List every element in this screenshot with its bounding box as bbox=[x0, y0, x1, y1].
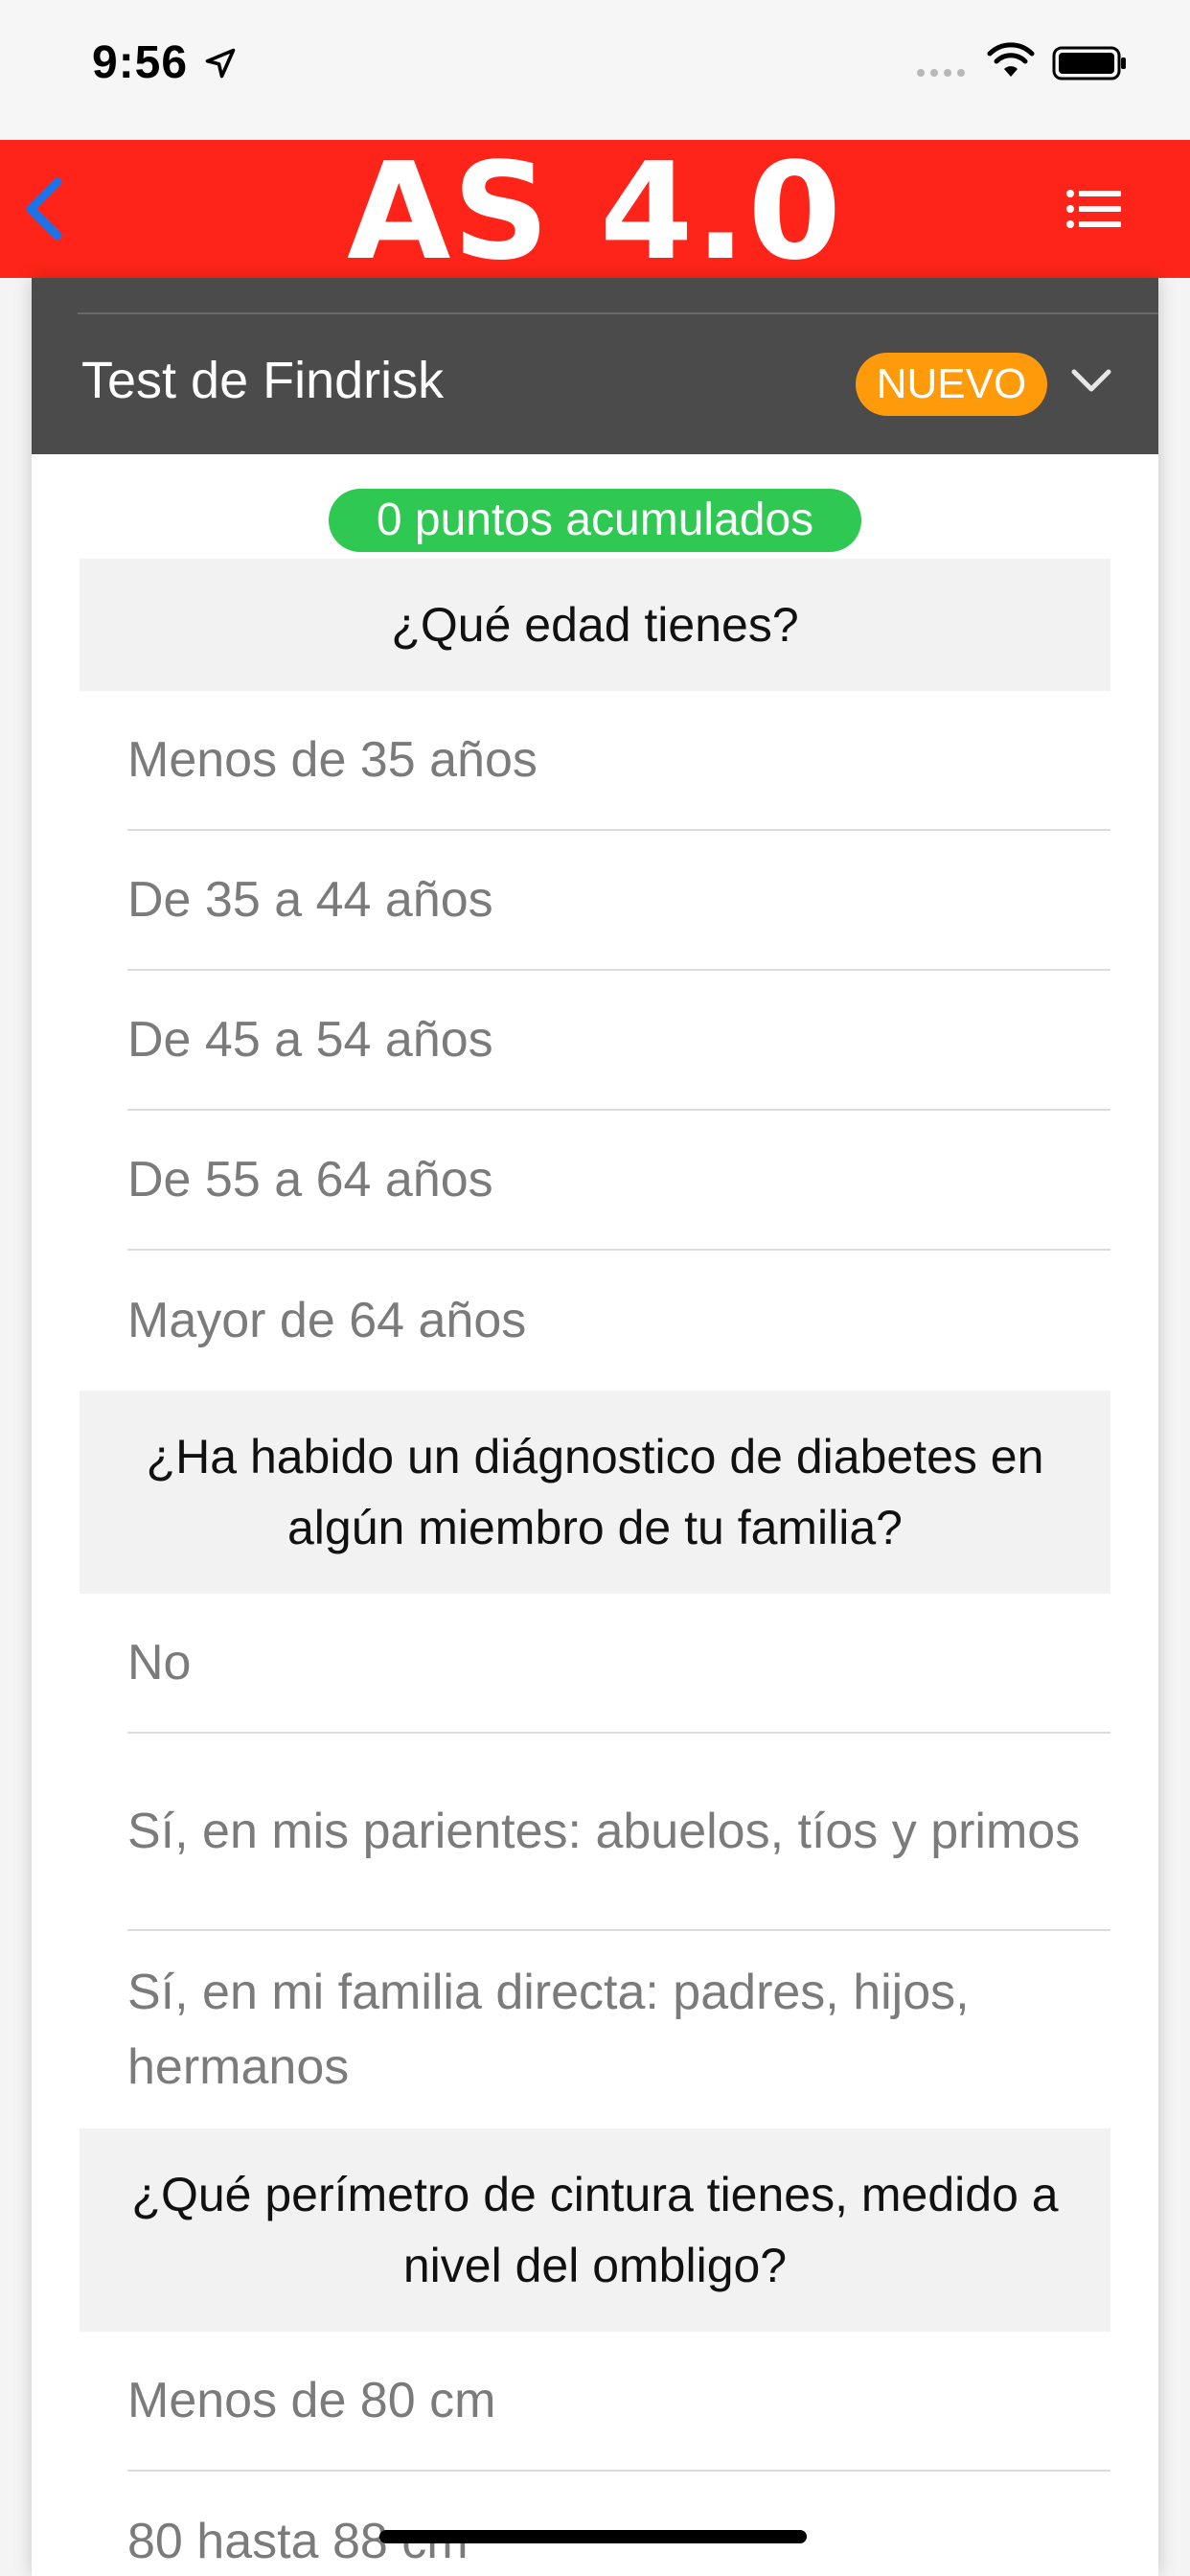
menu-list-icon[interactable] bbox=[1065, 188, 1123, 230]
card-title: Test de Findrisk bbox=[81, 352, 445, 409]
answer-option[interactable]: De 55 a 64 años bbox=[127, 1111, 1110, 1251]
nav-bar: AS 4.0 bbox=[0, 134, 1190, 290]
location-arrow-icon bbox=[205, 48, 236, 79]
answer-option[interactable]: De 35 a 44 años bbox=[127, 831, 1110, 971]
answer-option[interactable]: Menos de 35 años bbox=[127, 691, 1110, 831]
home-indicator[interactable] bbox=[379, 2530, 807, 2543]
answer-option[interactable]: De 45 a 54 años bbox=[127, 971, 1110, 1111]
question-age: ¿Qué edad tienes? bbox=[80, 559, 1110, 691]
signal-icon bbox=[917, 69, 965, 77]
points-counter: 0 puntos acumulados bbox=[329, 489, 861, 552]
status-bar: 9:56 bbox=[0, 0, 1190, 140]
header-divider bbox=[78, 312, 1158, 314]
answer-option[interactable]: No bbox=[127, 1594, 1110, 1734]
wifi-icon bbox=[987, 42, 1035, 77]
answer-option[interactable]: Mayor de 64 años bbox=[127, 1251, 1110, 1391]
answer-option[interactable]: Sí, en mis parientes: abuelos, tíos y pr… bbox=[127, 1734, 1110, 1931]
answer-option[interactable]: Menos de 80 cm bbox=[127, 2332, 1110, 2472]
app-logo: AS 4.0 bbox=[347, 134, 843, 290]
answer-option[interactable]: Sí, en mi familia directa: padres, hijos… bbox=[127, 1931, 1110, 2128]
question-family-diabetes: ¿Ha habido un diágnostico de diabetes en… bbox=[80, 1391, 1110, 1594]
card-header[interactable]: Test de Findrisk NUEVO bbox=[32, 278, 1158, 454]
question-waist: ¿Qué perímetro de cintura tienes, medido… bbox=[80, 2128, 1110, 2332]
status-time: 9:56 bbox=[92, 37, 189, 88]
findrisk-card: Test de Findrisk NUEVO 0 puntos acumulad… bbox=[32, 278, 1158, 2576]
chevron-down-icon[interactable] bbox=[1068, 364, 1114, 397]
battery-icon bbox=[1052, 46, 1126, 80]
answer-option[interactable]: 80 hasta 88 cm bbox=[127, 2472, 1110, 2576]
new-badge: NUEVO bbox=[856, 353, 1047, 416]
